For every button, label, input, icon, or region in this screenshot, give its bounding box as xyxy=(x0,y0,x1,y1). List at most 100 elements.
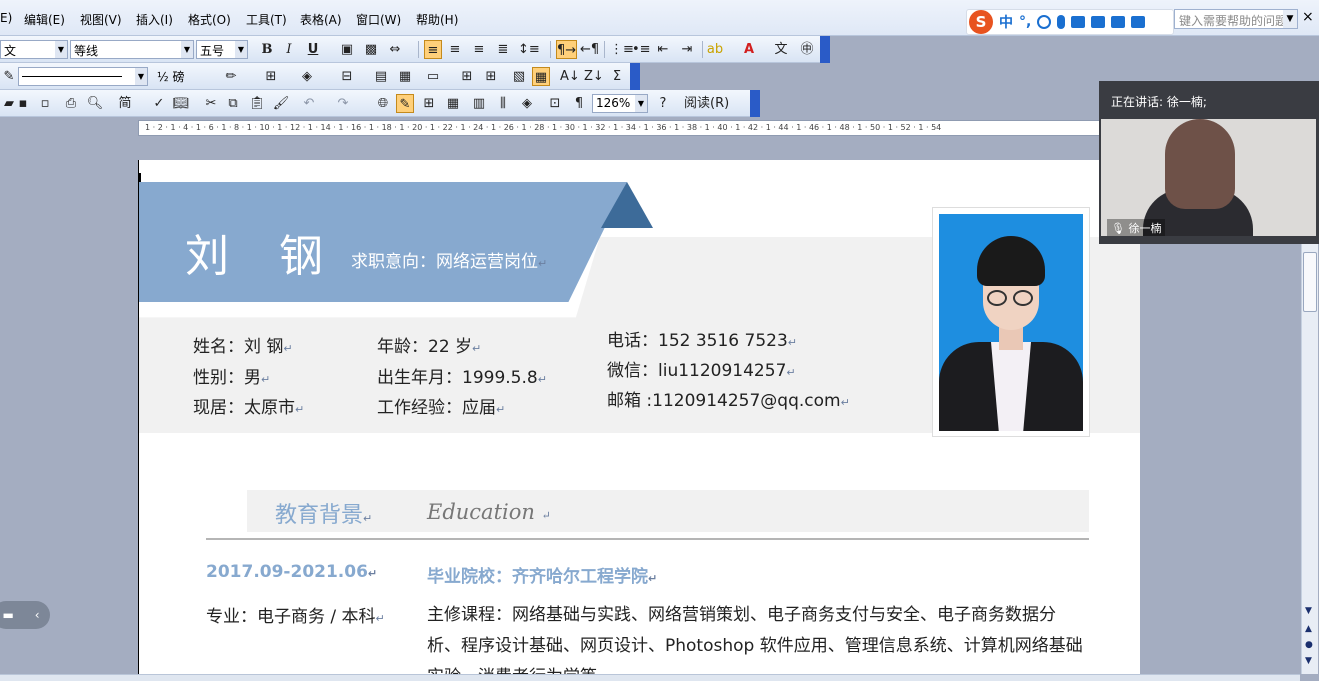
align-justify-icon[interactable]: ≣ xyxy=(494,40,512,59)
menu-table[interactable]: 表格(A) xyxy=(300,11,342,28)
ruler-strip[interactable]: 1 · 2 · 1 · 4 · 1 · 6 · 1 · 8 · 1 · 10 ·… xyxy=(138,120,1100,136)
print-preview-icon[interactable]: 🔍︎ xyxy=(86,94,104,113)
keyboard-icon[interactable] xyxy=(1071,16,1086,28)
video-call-window[interactable]: 正在讲话: 徐一楠; 🎙︎ 徐一楠 xyxy=(1099,81,1319,244)
line-style-select[interactable]: ▼ xyxy=(18,67,148,86)
drawing-icon[interactable]: ⫼ xyxy=(494,94,512,113)
document-map-icon[interactable]: ◈ xyxy=(518,94,536,113)
highlight-icon[interactable]: ab xyxy=(706,40,724,59)
decrease-indent-icon[interactable]: ⇤ xyxy=(654,40,672,59)
ime-punct-toggle[interactable]: °, xyxy=(1019,14,1031,30)
microphone-icon[interactable] xyxy=(1057,15,1066,29)
menu-window[interactable]: 窗口(W) xyxy=(356,11,401,28)
align-center-icon[interactable]: ≡ xyxy=(446,40,464,59)
save-icon[interactable]: ▪ xyxy=(14,94,32,113)
increase-indent-icon[interactable]: ⇥ xyxy=(678,40,696,59)
horizontal-scrollbar[interactable] xyxy=(0,674,1300,681)
emoji-icon[interactable] xyxy=(1037,15,1052,29)
research-icon[interactable]: 📖︎ xyxy=(172,94,190,113)
italic-button[interactable]: I xyxy=(280,40,298,59)
chevron-down-icon[interactable]: ▼ xyxy=(1283,10,1297,28)
ltr-direction-icon[interactable]: ¶→ xyxy=(556,40,578,59)
spelling-icon[interactable]: ✓ xyxy=(150,94,168,113)
phonetic-guide-icon[interactable]: 文 xyxy=(772,40,790,59)
read-mode-button[interactable]: 阅读(R) xyxy=(684,94,729,113)
chat-icon[interactable]: ▬ xyxy=(2,608,13,622)
distribute-cols-icon[interactable]: ⊞ xyxy=(482,67,500,86)
align-left-icon[interactable]: ≡ xyxy=(424,40,442,59)
insert-table-icon[interactable]: ⊞ xyxy=(420,94,438,113)
enclose-char-icon[interactable]: ㊥ xyxy=(798,40,816,59)
help-icon[interactable]: ? xyxy=(654,94,672,113)
pencil-icon[interactable]: ✎ xyxy=(0,67,18,86)
chevron-down-icon[interactable]: ▼ xyxy=(135,68,147,85)
menu-file[interactable]: E) xyxy=(0,11,12,25)
chevron-down-icon[interactable]: ▼ xyxy=(55,41,67,58)
copy-icon[interactable]: ⧉ xyxy=(224,94,242,113)
style-select[interactable]: 文 ▼ xyxy=(0,40,68,59)
char-scale-icon[interactable]: ⇔ xyxy=(386,40,404,59)
border-color-icon[interactable]: ✏ xyxy=(222,67,240,86)
bullets-icon[interactable]: •≡ xyxy=(632,40,651,59)
menu-insert[interactable]: 插入(I) xyxy=(136,11,173,28)
shading-color-icon[interactable]: ◈ xyxy=(298,67,316,86)
ime-mode-toggle[interactable]: 中 xyxy=(999,12,1013,32)
permission-icon[interactable]: ▫ xyxy=(36,94,54,113)
table-autoformat-icon[interactable]: ▧ xyxy=(510,67,528,86)
scroll-thumb[interactable] xyxy=(1303,252,1317,312)
format-painter-icon[interactable]: 🖌︎ xyxy=(272,94,290,113)
shirt-icon[interactable] xyxy=(1111,16,1126,28)
rtl-direction-icon[interactable]: ←¶ xyxy=(580,40,599,59)
browse-object-icon[interactable]: ● xyxy=(1305,640,1313,650)
print-icon[interactable]: ⎙ xyxy=(62,94,80,113)
zoom-select[interactable]: 126% ▼ xyxy=(592,94,648,113)
paste-icon[interactable]: 📋︎ xyxy=(248,94,266,113)
toolbar-options-grip[interactable] xyxy=(630,63,640,90)
user-icon[interactable] xyxy=(1091,16,1106,28)
font-select[interactable]: 等线 ▼ xyxy=(70,40,194,59)
line-spacing-icon[interactable]: ↕≡ xyxy=(518,40,540,59)
autosum-icon[interactable]: Σ xyxy=(608,67,626,86)
insert-table-icon[interactable]: ⊟ xyxy=(338,67,356,86)
hyperlink-icon[interactable]: 🌐︎ xyxy=(374,94,392,113)
line-weight-select[interactable]: ½ 磅 xyxy=(154,67,216,86)
bold-button[interactable]: B xyxy=(258,40,276,59)
toolbar-options-grip[interactable] xyxy=(820,36,830,63)
menu-edit[interactable]: 编辑(E) xyxy=(24,11,65,28)
font-size-select[interactable]: 五号 ▼ xyxy=(196,40,248,59)
cut-icon[interactable]: ✂ xyxy=(202,94,220,113)
menu-view[interactable]: 视图(V) xyxy=(80,11,122,28)
profile-photo[interactable] xyxy=(932,207,1090,437)
help-search-input[interactable]: 键入需要帮助的问题 ▼ xyxy=(1174,9,1298,29)
menu-format[interactable]: 格式(O) xyxy=(188,11,231,28)
format-marks-icon[interactable]: ¶ xyxy=(570,94,588,113)
split-cells-icon[interactable]: ▦ xyxy=(396,67,414,86)
outside-border-icon[interactable]: ⊞ xyxy=(262,67,280,86)
tables-borders-icon[interactable]: ✎ xyxy=(396,94,414,113)
next-page-icon[interactable]: ▼ xyxy=(1305,656,1312,666)
numbering-icon[interactable]: ⋮≡ xyxy=(610,40,634,59)
cell-align-icon[interactable]: ▭ xyxy=(424,67,442,86)
font-color-icon[interactable]: A xyxy=(740,40,758,59)
chevron-left-icon[interactable]: ‹ xyxy=(35,608,40,622)
insert-excel-icon[interactable]: ▦ xyxy=(444,94,462,113)
simplified-convert-button[interactable]: 简 xyxy=(116,94,134,113)
chat-float-button[interactable]: ▬ ‹ xyxy=(0,601,50,629)
menu-help[interactable]: 帮助(H) xyxy=(416,11,458,28)
chevron-down-icon[interactable]: ▼ xyxy=(635,95,647,112)
align-right-icon[interactable]: ≡ xyxy=(470,40,488,59)
vertical-scrollbar[interactable]: ▼ ▲ ● ▼ xyxy=(1301,244,1318,674)
merge-cells-icon[interactable]: ▤ xyxy=(372,67,390,86)
columns-icon[interactable]: ▥ xyxy=(470,94,488,113)
close-icon[interactable]: × xyxy=(1302,9,1314,25)
table-autofit-icon[interactable]: ▦ xyxy=(532,67,550,86)
chevron-down-icon[interactable]: ▼ xyxy=(235,41,247,58)
char-shading-icon[interactable]: ▩ xyxy=(362,40,380,59)
sort-ascending-icon[interactable]: A↓ xyxy=(560,67,580,86)
show-hide-icon[interactable]: ⊡ xyxy=(546,94,564,113)
scroll-down-icon[interactable]: ▼ xyxy=(1305,606,1312,616)
document-page[interactable]: 刘 钢 求职意向：网络运营岗位↵ 姓名：刘 钢↵ 性别：男↵ 现居：太原市↵ 年… xyxy=(138,160,1140,681)
distribute-rows-icon[interactable]: ⊞ xyxy=(458,67,476,86)
previous-page-icon[interactable]: ▲ xyxy=(1305,624,1312,634)
grid-menu-icon[interactable] xyxy=(1131,16,1146,28)
